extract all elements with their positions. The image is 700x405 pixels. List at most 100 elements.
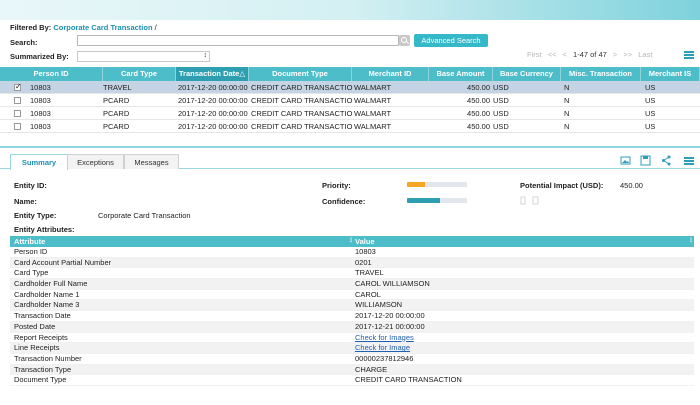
attribute-value: 2017-12-20 00:00:00 [355, 311, 425, 321]
priority-bar-fill [407, 182, 425, 187]
summarized-by-select[interactable] [77, 51, 210, 62]
row-checkbox[interactable] [14, 123, 21, 130]
attribute-value: 2017-12-21 00:00:00 [355, 321, 425, 331]
confidence-bar [407, 198, 467, 203]
attribute-row: Document Type CREDIT CARD TRANSACTION [10, 375, 694, 386]
cell-merchant-id: WALMART [354, 122, 392, 131]
col-header-base-currency[interactable]: Base Currency [493, 67, 561, 81]
detail-menu-icon[interactable] [684, 157, 694, 165]
cell-transaction-date: 2017-12-20 00:00:00 [178, 96, 248, 105]
attribute-name: Person ID [14, 247, 48, 256]
attribute-value: WILLIAMSON [355, 300, 403, 310]
col-header-document-type[interactable]: Document Type [249, 67, 352, 81]
cell-transaction-date: 2017-12-20 00:00:00 [178, 109, 248, 118]
header-banner [0, 0, 700, 20]
cell-base-amount: 450.00 [467, 83, 490, 92]
grid-menu-icon[interactable] [684, 51, 694, 59]
col-header-misc-transaction[interactable]: Misc. Transaction [561, 67, 641, 81]
entity-type-label: Entity Type: [14, 211, 57, 220]
share-icon[interactable] [661, 155, 672, 166]
col-header-person-id[interactable]: Person ID [0, 67, 103, 81]
save-icon[interactable] [640, 155, 651, 166]
pager-next[interactable]: > [613, 50, 617, 59]
cell-base-currency: USD [493, 96, 509, 105]
attribute-value: 00000237812946 [355, 353, 414, 363]
image-icon[interactable] [620, 155, 631, 166]
pager-last[interactable]: Last [638, 50, 652, 59]
pager-prev-double[interactable]: << [548, 50, 557, 59]
attribute-value-link[interactable]: Check for Image [355, 343, 410, 354]
cell-base-currency: USD [493, 109, 509, 118]
breadcrumb-separator: / [154, 23, 157, 32]
cell-person-id: 10803 [30, 109, 51, 118]
table-row[interactable]: 10803 PCARD 2017-12-20 00:00:00 CREDIT CARD… [0, 94, 700, 107]
pager-first[interactable]: First [527, 50, 542, 59]
search-input[interactable] [77, 35, 399, 46]
row-checkbox[interactable] [14, 97, 21, 104]
attribute-value-link[interactable]: Check for Images [355, 333, 414, 344]
col-header-base-amount[interactable]: Base Amount [429, 67, 493, 81]
attribute-row: Cardholder Name 3 WILLIAMSON [10, 300, 694, 312]
copy-icon[interactable] [520, 196, 540, 205]
attribute-value: CAROL [355, 289, 381, 299]
row-checkbox[interactable] [14, 110, 21, 117]
advanced-search-button[interactable]: Advanced Search [414, 34, 488, 47]
attribute-row: Cardholder Name 1 CAROL [10, 290, 694, 301]
table-row[interactable]: 10803 PCARD 2017-12-20 00:00:00 CREDIT CARD… [0, 107, 700, 120]
cell-misc-transaction: N [564, 83, 570, 92]
attributes-table: Attribute ⋮ Value ⋮ Person ID 10803 Card A… [10, 236, 694, 386]
col-header-transaction-date[interactable]: Transaction Date△ [176, 67, 249, 81]
col-header-merchant-is[interactable]: Merchant IS [641, 67, 700, 81]
search-icon[interactable] [399, 35, 410, 46]
attribute-value: TRAVEL [355, 268, 384, 278]
row-checkbox[interactable] [14, 82, 22, 91]
pager-prev[interactable]: < [563, 50, 567, 59]
tab-summary[interactable]: Summary [10, 154, 68, 170]
cell-base-currency: USD [493, 122, 509, 131]
attributes-header: Attribute ⋮ Value ⋮ [10, 236, 694, 247]
col-header-merchant-id[interactable]: Merchant ID [352, 67, 429, 81]
value-col-header[interactable]: Value [355, 236, 375, 247]
col-header-transaction-date-label: Transaction Date [178, 69, 240, 78]
attribute-name: Transaction Type [14, 364, 72, 374]
attr-col-resize-icon[interactable]: ⋮ [348, 236, 354, 247]
attribute-name: Card Type [14, 268, 49, 278]
value-col-resize-icon[interactable]: ⋮ [688, 236, 694, 247]
filter-breadcrumb: Filtered By: Corporate Card Transaction … [10, 23, 157, 32]
attribute-value: CREDIT CARD TRANSACTION [355, 375, 462, 385]
attribute-row: Line Receipts Check for Image [10, 343, 694, 354]
attribute-value: CAROL WILLIAMSON [355, 279, 430, 289]
attr-col-header[interactable]: Attribute [14, 236, 45, 247]
transactions-grid: Person ID Card Type Transaction Date△ Do… [0, 67, 700, 133]
cell-card-type: PCARD [103, 109, 130, 118]
sort-indicator-icon: △ [239, 69, 246, 78]
cell-merchant-id: WALMART [354, 109, 392, 118]
impact-label: Potential Impact (USD): [520, 181, 604, 190]
cell-base-amount: 450.00 [467, 96, 490, 105]
filter-link-corporate-card[interactable]: Corporate Card Transaction [53, 23, 152, 32]
cell-document-type: CREDIT CARD TRANSACTION [251, 83, 353, 92]
cell-base-amount: 450.00 [467, 122, 490, 131]
attribute-name: Report Receipts [14, 332, 68, 342]
table-row[interactable]: 10803 TRAVEL 2017-12-20 00:00:00CREDIT CAR… [0, 81, 700, 94]
cell-merchant-is: US [645, 83, 656, 92]
priority-label: Priority: [322, 181, 351, 190]
cell-merchant-id: WALMART [354, 83, 392, 92]
entity-attributes-label: Entity Attributes: [14, 225, 75, 234]
tab-messages[interactable]: Messages [124, 154, 179, 169]
pagination: First << < 1-47 of 47 > >> Last [527, 50, 656, 59]
cell-misc-transaction: N [564, 109, 570, 118]
priority-bar [407, 182, 467, 187]
pager-next-double[interactable]: >> [623, 50, 632, 59]
attribute-name: Document Type [14, 375, 67, 385]
attribute-value: 0201 [355, 257, 372, 267]
entity-id-label: Entity ID: [14, 181, 47, 190]
table-row[interactable]: 10803 PCARD 2017-12-20 00:00:00 CREDIT CARD… [0, 120, 700, 133]
cell-transaction-date: 2017-12-20 00:00:00 [178, 122, 248, 131]
pager-range: 1-47 of 47 [573, 50, 607, 59]
attribute-row: Transaction Type CHARGE [10, 364, 694, 376]
impact-value: 450.00 [620, 181, 643, 190]
tab-exceptions[interactable]: Exceptions [67, 154, 124, 169]
cell-merchant-id: WALMART [354, 96, 392, 105]
col-header-card-type[interactable]: Card Type [103, 67, 176, 81]
